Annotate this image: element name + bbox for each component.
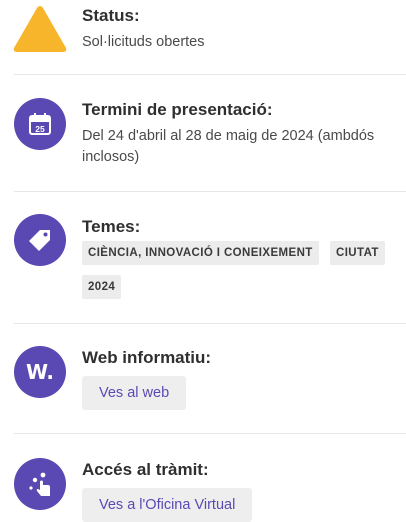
divider (14, 191, 406, 192)
calendar-day: 25 (35, 124, 45, 134)
touch-access-icon (14, 458, 66, 510)
status-title: Status: (82, 6, 140, 25)
topic-tag[interactable]: CIÈNCIA, INNOVACIÓ I CONEIXEMENT (82, 241, 319, 265)
deadline-value: Del 24 d'abril al 28 de maig de 2024 (am… (82, 128, 375, 165)
go-to-website-button[interactable]: Ves al web (82, 376, 187, 410)
calendar-icon: 25 (14, 98, 66, 150)
topic-tag[interactable]: 2024 (82, 275, 122, 299)
status-value: Sol·licituds obertes (82, 34, 205, 50)
divider (14, 323, 406, 324)
w-logo-text: W. (25, 360, 55, 384)
tag-icon (14, 214, 66, 266)
go-to-virtual-office-button[interactable]: Ves a l'Oficina Virtual (82, 488, 253, 522)
warning-triangle-icon (13, 6, 67, 52)
w-logo-icon: W. (14, 346, 66, 398)
website-title: Web informatiu: (82, 348, 212, 367)
procedure-title: Accés al tràmit: (82, 460, 209, 479)
topics-title: Temes: (82, 217, 141, 236)
deadline-title: Termini de presentació: (82, 100, 273, 119)
divider (14, 74, 406, 75)
topic-tag[interactable]: CIUTAT (330, 241, 385, 265)
divider (14, 433, 406, 434)
